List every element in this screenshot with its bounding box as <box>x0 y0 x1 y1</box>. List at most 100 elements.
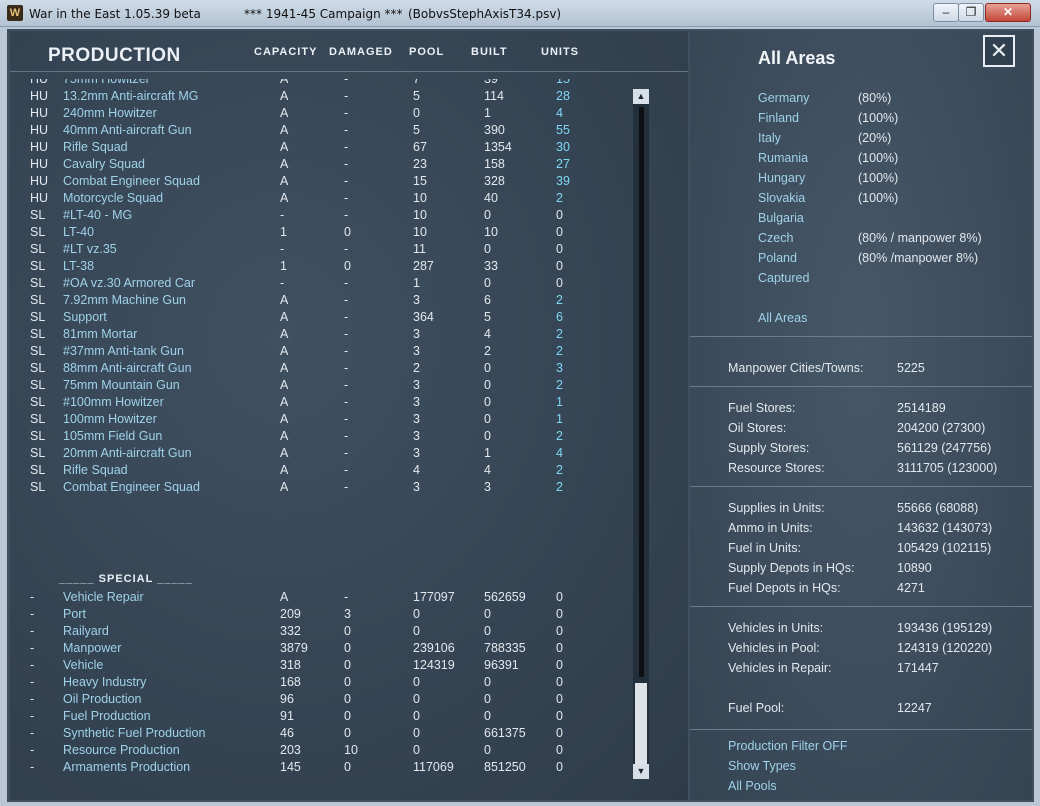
table-row[interactable]: - Railyard 332 0 0 0 0 <box>10 624 630 641</box>
item-name-cell[interactable]: Cavalry Squad <box>63 157 145 171</box>
table-row[interactable]: SL #100mm Howitzer A - 3 0 1 <box>10 395 630 412</box>
item-name-cell[interactable]: 100mm Howitzer <box>63 412 157 426</box>
area-name[interactable]: Bulgaria <box>758 211 804 225</box>
area-name[interactable]: Germany <box>758 91 809 105</box>
area-item[interactable]: Captured <box>758 271 1028 289</box>
all-areas-link[interactable]: All Areas <box>758 311 807 325</box>
table-row[interactable]: SL Support A - 364 5 6 <box>10 310 630 327</box>
item-name-cell[interactable]: Manpower <box>63 641 121 655</box>
item-name-cell[interactable]: 88mm Anti-aircraft Gun <box>63 361 192 375</box>
item-name-cell[interactable]: Vehicle Repair <box>63 590 144 604</box>
item-name-cell[interactable]: Port <box>63 607 86 621</box>
table-row[interactable]: - Manpower 3879 0 239106 788335 0 <box>10 641 630 658</box>
table-row[interactable]: SL 81mm Mortar A - 3 4 2 <box>10 327 630 344</box>
item-name-cell[interactable]: Synthetic Fuel Production <box>63 726 205 740</box>
table-row[interactable]: - Oil Production 96 0 0 0 0 <box>10 692 630 709</box>
table-row[interactable]: HU Combat Engineer Squad A - 15 328 39 <box>10 174 630 191</box>
area-item[interactable]: Hungary (100%) <box>758 171 1028 189</box>
item-name-cell[interactable]: #LT-40 - MG <box>63 208 132 222</box>
area-item[interactable]: Finland (100%) <box>758 111 1028 129</box>
table-row[interactable]: SL 88mm Anti-aircraft Gun A - 2 0 3 <box>10 361 630 378</box>
item-name-cell[interactable]: 105mm Field Gun <box>63 429 162 443</box>
item-name-cell[interactable]: Resource Production <box>63 743 180 757</box>
table-row[interactable]: SL Combat Engineer Squad A - 3 3 2 <box>10 480 630 497</box>
table-row[interactable]: - Resource Production 203 10 0 0 0 <box>10 743 630 760</box>
area-item[interactable]: Poland (80% /manpower 8%) <box>758 251 1028 269</box>
item-name-cell[interactable]: Armaments Production <box>63 760 190 774</box>
item-name-cell[interactable]: #OA vz.30 Armored Car <box>63 276 195 290</box>
item-name-cell[interactable]: Rifle Squad <box>63 140 128 154</box>
item-name-cell[interactable]: Railyard <box>63 624 109 638</box>
table-row[interactable]: SL #OA vz.30 Armored Car - - 1 0 0 <box>10 276 630 293</box>
scroll-up-icon[interactable]: ▲ <box>633 89 649 104</box>
item-name-cell[interactable]: 13.2mm Anti-aircraft MG <box>63 89 198 103</box>
table-row[interactable]: SL LT-40 1 0 10 10 0 <box>10 225 630 242</box>
all-pools-link[interactable]: All Pools <box>728 779 777 793</box>
table-row[interactable]: HU 75mm Howitzer A - 7 39 15 <box>10 79 630 89</box>
item-name-cell[interactable]: Heavy Industry <box>63 675 146 689</box>
area-item[interactable]: Czech (80% / manpower 8%) <box>758 231 1028 249</box>
item-name-cell[interactable]: 75mm Howitzer <box>63 79 150 86</box>
item-name-cell[interactable]: 20mm Anti-aircraft Gun <box>63 446 192 460</box>
item-name-cell[interactable]: #100mm Howitzer <box>63 395 164 409</box>
item-name-cell[interactable]: #37mm Anti-tank Gun <box>63 344 184 358</box>
table-row[interactable]: SL 7.92mm Machine Gun A - 3 6 2 <box>10 293 630 310</box>
close-icon[interactable]: ✕ <box>983 35 1015 67</box>
table-row[interactable]: HU Rifle Squad A - 67 1354 30 <box>10 140 630 157</box>
minimize-button[interactable]: – <box>933 3 959 22</box>
table-row[interactable]: - Vehicle Repair A - 177097 562659 0 <box>10 590 630 607</box>
area-item[interactable]: Germany (80%) <box>758 91 1028 109</box>
item-name-cell[interactable]: 40mm Anti-aircraft Gun <box>63 123 192 137</box>
table-row[interactable]: SL #LT vz.35 - - 11 0 0 <box>10 242 630 259</box>
window-close-button[interactable]: ✕ <box>985 3 1031 22</box>
area-name[interactable]: Poland <box>758 251 797 265</box>
item-name-cell[interactable]: LT-38 <box>63 259 94 273</box>
item-name-cell[interactable]: LT-40 <box>63 225 94 239</box>
table-row[interactable]: - Port 209 3 0 0 0 <box>10 607 630 624</box>
maximize-button[interactable]: ❐ <box>958 3 984 22</box>
area-name[interactable]: Slovakia <box>758 191 805 205</box>
table-row[interactable]: - Fuel Production 91 0 0 0 0 <box>10 709 630 726</box>
production-filter-link[interactable]: Production Filter OFF <box>728 739 847 753</box>
table-row[interactable]: - Armaments Production 145 0 117069 851250 0 <box>10 760 630 777</box>
item-name-cell[interactable]: 75mm Mountain Gun <box>63 378 180 392</box>
area-item[interactable]: Rumania (100%) <box>758 151 1028 169</box>
item-name-cell[interactable]: 240mm Howitzer <box>63 106 157 120</box>
table-row[interactable]: SL 100mm Howitzer A - 3 0 1 <box>10 412 630 429</box>
item-name-cell[interactable]: Motorcycle Squad <box>63 191 163 205</box>
scrollbar[interactable]: ▲ ▼ <box>633 89 649 779</box>
scroll-down-icon[interactable]: ▼ <box>633 764 649 779</box>
table-row[interactable]: SL #37mm Anti-tank Gun A - 3 2 2 <box>10 344 630 361</box>
table-row[interactable]: SL 75mm Mountain Gun A - 3 0 2 <box>10 378 630 395</box>
area-name[interactable]: Hungary <box>758 171 805 185</box>
item-name-cell[interactable]: Combat Engineer Squad <box>63 480 200 494</box>
table-row[interactable]: - Heavy Industry 168 0 0 0 0 <box>10 675 630 692</box>
table-row[interactable]: SL 20mm Anti-aircraft Gun A - 3 1 4 <box>10 446 630 463</box>
area-name[interactable]: Czech <box>758 231 793 245</box>
item-name-cell[interactable]: Fuel Production <box>63 709 151 723</box>
item-name-cell[interactable]: Combat Engineer Squad <box>63 174 200 188</box>
item-name-cell[interactable]: Support <box>63 310 107 324</box>
table-row[interactable]: HU 40mm Anti-aircraft Gun A - 5 390 55 <box>10 123 630 140</box>
table-row[interactable]: SL #LT-40 - MG - - 10 0 0 <box>10 208 630 225</box>
table-row[interactable]: HU Motorcycle Squad A - 10 40 2 <box>10 191 630 208</box>
item-name-cell[interactable]: 7.92mm Machine Gun <box>63 293 186 307</box>
area-name[interactable]: Captured <box>758 271 809 285</box>
area-name[interactable]: Finland <box>758 111 799 125</box>
area-item[interactable]: Italy (20%) <box>758 131 1028 149</box>
show-types-link[interactable]: Show Types <box>728 759 796 773</box>
item-name-cell[interactable]: 81mm Mortar <box>63 327 137 341</box>
table-row[interactable]: HU Cavalry Squad A - 23 158 27 <box>10 157 630 174</box>
table-row[interactable]: - Vehicle 318 0 124319 96391 0 <box>10 658 630 675</box>
scroll-thumb[interactable] <box>635 683 647 765</box>
item-name-cell[interactable]: #LT vz.35 <box>63 242 117 256</box>
area-item[interactable]: Slovakia (100%) <box>758 191 1028 209</box>
item-name-cell[interactable]: Vehicle <box>63 658 103 672</box>
table-row[interactable]: SL LT-38 1 0 287 33 0 <box>10 259 630 276</box>
item-name-cell[interactable]: Rifle Squad <box>63 463 128 477</box>
table-row[interactable]: HU 13.2mm Anti-aircraft MG A - 5 114 28 <box>10 89 630 106</box>
area-name[interactable]: Italy <box>758 131 781 145</box>
scroll-track[interactable] <box>639 107 644 677</box>
item-name-cell[interactable]: Oil Production <box>63 692 142 706</box>
table-row[interactable]: - Synthetic Fuel Production 46 0 0 661375 0 <box>10 726 630 743</box>
